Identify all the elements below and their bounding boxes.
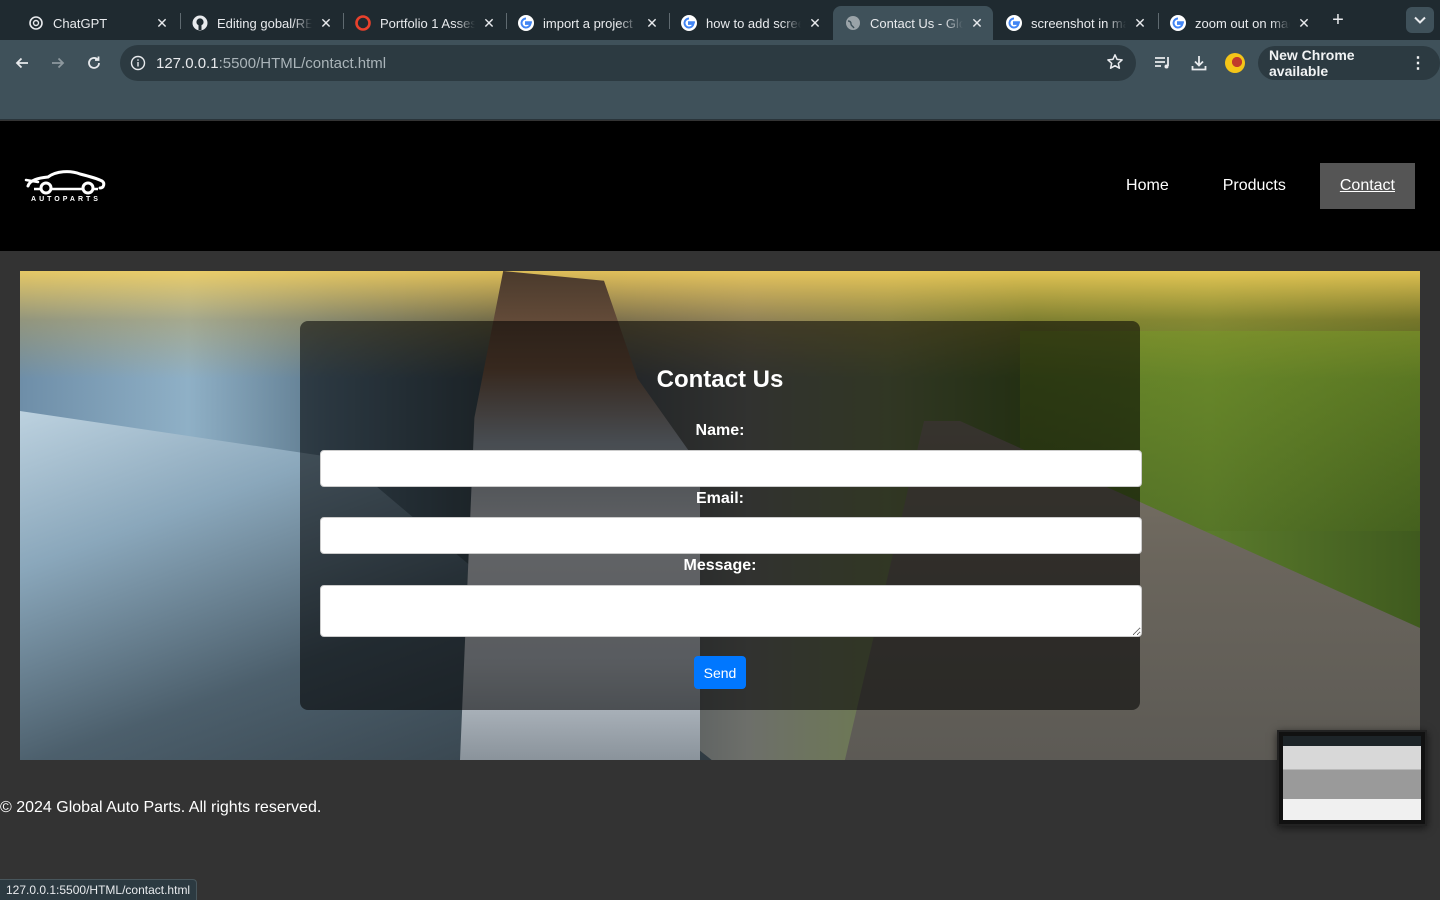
downloads-button[interactable] <box>1186 50 1212 76</box>
tab-zoom-out[interactable]: zoom out on mac ✕ <box>1158 6 1320 40</box>
tab-title: how to add screenshot <box>706 15 801 31</box>
nav-contact[interactable]: Contact <box>1319 163 1415 209</box>
site-info-icon[interactable] <box>120 45 156 81</box>
google-icon <box>681 15 697 31</box>
close-icon[interactable]: ✕ <box>807 15 823 32</box>
media-controls-button[interactable] <box>1150 50 1176 76</box>
send-button[interactable]: Send <box>694 656 746 689</box>
more-options-icon: ⋮ <box>1410 55 1426 72</box>
nav-home[interactable]: Home <box>1106 163 1189 209</box>
opera-icon <box>355 15 371 31</box>
browser-toolbar: 127.0.0.1:5500/HTML/contact.html New Chr… <box>0 40 1440 86</box>
tab-github[interactable]: Editing gobal/README ✕ <box>180 6 342 40</box>
chatgpt-icon <box>28 15 44 31</box>
tab-title: import a project <box>543 15 633 31</box>
footer-copyright: © 2024 Global Auto Parts. All rights res… <box>0 799 322 816</box>
close-icon[interactable]: ✕ <box>1132 15 1148 32</box>
contact-hero-background: Contact Us Name: Email: Message: Send <box>20 271 1420 760</box>
tab-title: Editing gobal/README <box>217 15 312 31</box>
bookmarks-bar <box>0 86 1440 120</box>
media-queue-icon <box>1155 57 1169 69</box>
close-icon[interactable]: ✕ <box>318 15 334 32</box>
forward-button[interactable] <box>45 50 71 76</box>
form-title: Contact Us <box>656 366 784 393</box>
contact-form: Contact Us Name: Email: Message: Send <box>300 321 1142 710</box>
tab-portfolio[interactable]: Portfolio 1 Assessment ✕ <box>343 6 505 40</box>
bookmark-star-icon[interactable] <box>1106 53 1124 76</box>
reload-icon <box>88 56 100 69</box>
close-icon[interactable]: ✕ <box>481 15 497 32</box>
tab-title: ChatGPT <box>53 15 108 31</box>
chevron-down-icon <box>1414 16 1426 24</box>
status-bar-url: 127.0.0.1:5500/HTML/contact.html <box>0 879 198 900</box>
email-input[interactable] <box>320 517 1142 554</box>
address-bar[interactable]: 127.0.0.1:5500/HTML/contact.html <box>120 45 1136 81</box>
tab-chatgpt[interactable]: ChatGPT ✕ <box>16 6 178 40</box>
google-icon <box>1006 15 1022 31</box>
tab-import-project[interactable]: import a project ✕ <box>506 6 668 40</box>
url-path: :5500/HTML/contact.html <box>218 54 387 72</box>
update-chrome-button[interactable]: New Chrome available ⋮ <box>1258 46 1440 80</box>
download-icon <box>1191 56 1207 71</box>
browser-tab-strip: ChatGPT ✕ Editing gobal/README ✕ Portfol… <box>0 0 1440 40</box>
close-icon[interactable]: ✕ <box>969 15 985 32</box>
back-arrow-icon <box>15 57 28 69</box>
reload-button[interactable] <box>81 50 107 76</box>
tab-contact-us[interactable]: Contact Us - Global Auto Parts ✕ <box>833 6 993 40</box>
google-icon <box>1170 15 1186 31</box>
site-header: AUTOPARTS Home Products Contact <box>0 121 1440 251</box>
nav-products[interactable]: Products <box>1203 163 1306 209</box>
url-text: 127.0.0.1:5500/HTML/contact.html <box>156 55 386 72</box>
github-icon <box>192 15 208 31</box>
name-input[interactable] <box>320 450 1142 487</box>
globe-icon <box>845 15 861 31</box>
screenshot-thumbnail-preview[interactable] <box>1277 730 1427 826</box>
email-label: Email: <box>695 490 744 507</box>
thumbnail-image <box>1283 736 1421 820</box>
close-icon[interactable]: ✕ <box>644 15 660 32</box>
forward-arrow-icon <box>52 57 65 69</box>
logo-text: AUTOPARTS <box>31 196 101 203</box>
back-button[interactable] <box>9 50 35 76</box>
car-logo-icon <box>24 170 106 195</box>
update-label: New Chrome available <box>1269 47 1355 79</box>
tab-title: screenshot in mac <box>1031 15 1126 31</box>
tab-title: Contact Us - Global Auto Parts <box>870 15 963 31</box>
tab-title: Portfolio 1 Assessment <box>380 15 475 31</box>
google-icon <box>518 15 534 31</box>
name-label: Name: <box>695 422 745 439</box>
tab-search-button[interactable] <box>1406 7 1434 33</box>
tab-title: zoom out on mac <box>1195 15 1290 31</box>
tab-add-screenshot[interactable]: how to add screenshot ✕ <box>669 6 831 40</box>
profile-avatar[interactable] <box>1225 53 1245 73</box>
tab-screenshot-mac[interactable]: screenshot in mac ✕ <box>994 6 1156 40</box>
autoparts-logo[interactable]: AUTOPARTS <box>24 166 108 208</box>
message-label: Message: <box>683 557 757 574</box>
close-icon[interactable]: ✕ <box>154 15 170 32</box>
main-nav: Home Products Contact <box>1092 163 1415 209</box>
message-textarea[interactable] <box>320 585 1142 637</box>
url-host: 127.0.0.1 <box>156 54 219 72</box>
new-tab-button[interactable]: + <box>1326 8 1350 32</box>
close-icon[interactable]: ✕ <box>1296 15 1312 32</box>
